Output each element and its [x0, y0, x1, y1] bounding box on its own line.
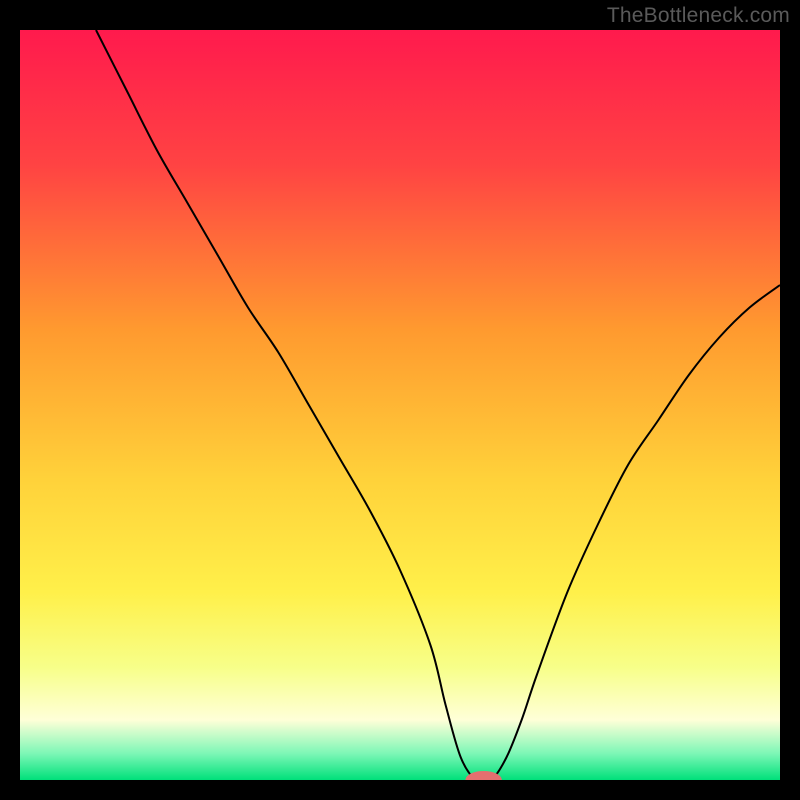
gradient-background	[20, 30, 780, 780]
plot-area	[20, 30, 780, 780]
chart-svg	[20, 30, 780, 780]
chart-frame: TheBottleneck.com	[0, 0, 800, 800]
watermark-text: TheBottleneck.com	[607, 4, 790, 28]
